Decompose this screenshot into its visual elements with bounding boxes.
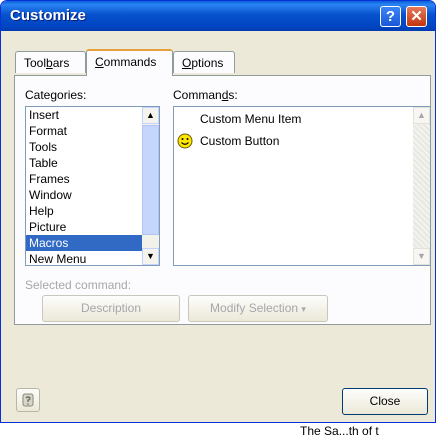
list-item[interactable]: Frames — [26, 171, 159, 187]
commands-label-text: Comman — [173, 88, 222, 102]
scroll-up-button[interactable]: ▲ — [142, 107, 159, 124]
commands-listbox[interactable]: Custom Menu Item Custom Button ▲ ▼ — [173, 106, 431, 266]
scroll-up-button[interactable]: ▲ — [413, 107, 430, 124]
list-item-selected[interactable]: Macros — [26, 235, 159, 251]
tab-commands[interactable]: Commands — [86, 49, 173, 76]
list-item[interactable]: New Menu — [26, 251, 159, 265]
smiley-icon — [177, 133, 193, 149]
modify-selection-label: Modify Selection — [210, 301, 299, 315]
question-mark-icon: ? — [385, 8, 396, 25]
keyboard-help-button[interactable] — [16, 388, 40, 412]
scroll-thumb[interactable] — [142, 125, 159, 235]
close-icon: ✕ — [410, 8, 423, 25]
dialog-body: Toolbars Commands Options Categories: Co… — [5, 31, 431, 420]
selected-command-label: Selected command: — [25, 278, 132, 292]
list-item[interactable]: Format — [26, 123, 159, 139]
list-item[interactable]: Window — [26, 187, 159, 203]
tab-options-label-end: ptions — [191, 56, 224, 70]
scroll-down-button[interactable]: ▼ — [413, 248, 430, 265]
categories-label: Categories: — [25, 88, 86, 102]
commands-label-text-end: s: — [228, 88, 238, 102]
command-item-custom-button[interactable]: Custom Button — [200, 133, 279, 149]
triangle-up-icon: ▲ — [146, 110, 155, 120]
help-button[interactable]: ? — [380, 6, 401, 27]
modify-selection-button[interactable]: Modify Selection ▾ — [188, 295, 328, 322]
tab-options-accesskey: O — [182, 56, 192, 70]
dialog-title: Customize — [10, 7, 86, 24]
categories-label-text-end: ories: — [57, 88, 87, 102]
chevron-down-icon: ▾ — [301, 304, 306, 314]
list-item[interactable]: Help — [26, 203, 159, 219]
tab-toolbars[interactable]: Toolbars — [15, 51, 86, 73]
tab-commands-label-end: ommands — [103, 55, 157, 69]
background-document-text: The Sa...th of t — [300, 424, 379, 438]
tab-commands-accesskey: C — [95, 55, 104, 69]
commands-label: Commands: — [173, 88, 238, 102]
tab-toolbars-label-end: ars — [52, 56, 70, 70]
scroll-down-button[interactable]: ▼ — [142, 248, 159, 265]
close-button[interactable]: Close — [342, 388, 428, 415]
close-window-button[interactable]: ✕ — [406, 6, 427, 27]
command-item-custom-menu-item[interactable]: Custom Menu Item — [200, 111, 301, 127]
triangle-up-icon: ▲ — [417, 110, 426, 120]
list-item[interactable]: Picture — [26, 219, 159, 235]
categories-listbox[interactable]: Insert Format Tools Table Frames Window … — [25, 106, 160, 266]
commands-scrollbar[interactable]: ▲ ▼ — [413, 107, 430, 265]
categories-label-text: Cate — [25, 88, 51, 102]
categories-scrollbar[interactable]: ▲ ▼ — [142, 107, 159, 265]
description-button[interactable]: Description — [42, 295, 180, 322]
tab-toolbars-label: Tool — [24, 56, 47, 70]
list-item[interactable]: Insert — [26, 107, 159, 123]
list-item[interactable]: Table — [26, 155, 159, 171]
tab-options[interactable]: Options — [173, 51, 235, 73]
tab-toolbars-accesskey: b — [46, 56, 53, 70]
list-item[interactable]: Tools — [26, 139, 159, 155]
commands-tab-panel: Categories: Commands: Insert Format Tool… — [14, 75, 431, 325]
triangle-down-icon: ▼ — [146, 251, 155, 261]
triangle-down-icon: ▼ — [417, 251, 426, 261]
title-bar: Customize ? ✕ — [1, 1, 435, 31]
keyboard-help-icon — [22, 393, 34, 407]
customize-dialog: Customize ? ✕ Toolbars Commands Options … — [0, 0, 436, 423]
